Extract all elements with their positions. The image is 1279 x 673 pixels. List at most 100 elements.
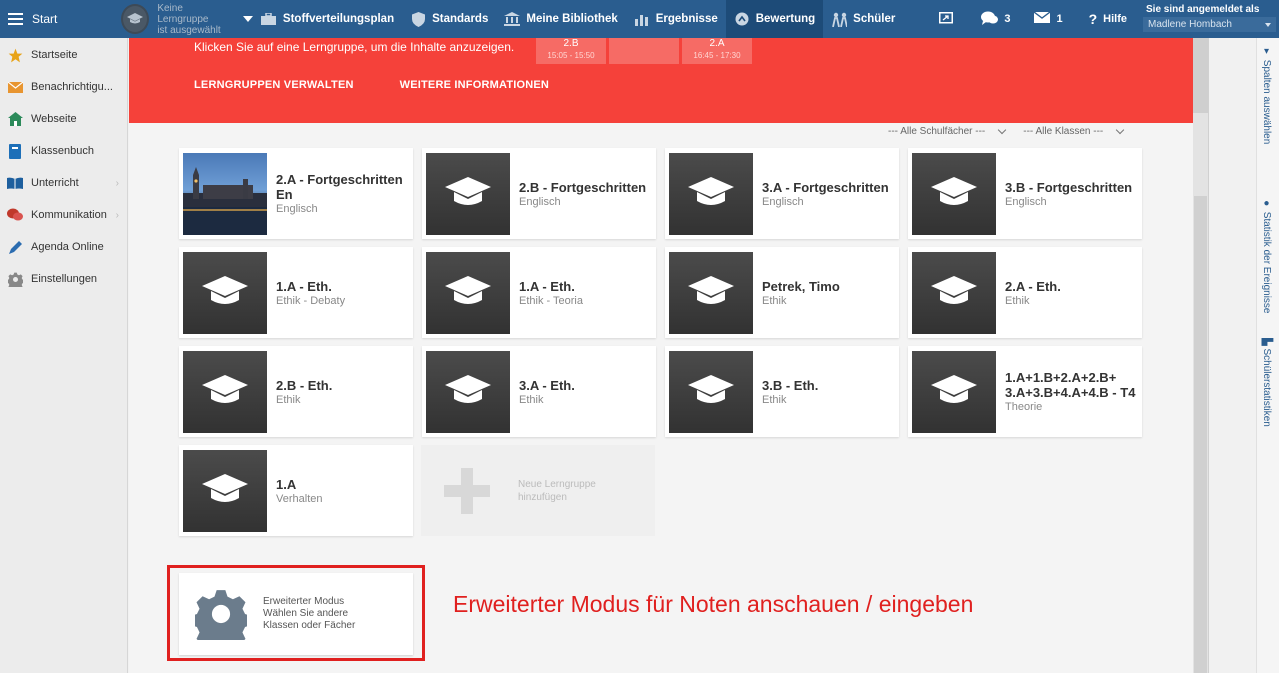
card-info: 2.B - Fortgeschritten Englisch xyxy=(510,180,652,208)
card-title: 3.B - Fortgeschritten xyxy=(1005,179,1133,195)
learning-group-card[interactable]: 2.A - Fortgeschritten En Englisch xyxy=(179,148,413,239)
card-info: 1.A - Eth. Ethik - Teoria xyxy=(510,279,589,307)
chat-button[interactable]: 3 xyxy=(963,0,1020,38)
card-subject: Englisch xyxy=(519,195,561,208)
card-title: 3.A - Eth. xyxy=(519,377,575,393)
sidebar: Startseite Benachrichtigu... Webseite Kl… xyxy=(0,38,128,673)
columns-select-link[interactable]: ▾ Spalten auswählen xyxy=(1261,46,1272,144)
subject-filter-value: --- Alle Schulfächer --- xyxy=(888,126,986,137)
sidebar-item-kommunikation[interactable]: Kommunikation › xyxy=(0,199,127,231)
new-group-card[interactable]: Neue Lerngruppe hinzufügen xyxy=(421,445,655,536)
nav-label: Bewertung xyxy=(755,13,816,25)
sidebar-item-unterricht[interactable]: Unterricht › xyxy=(0,167,127,199)
card-info: 3.B - Fortgeschritten Englisch xyxy=(996,180,1138,208)
nav-meine-bibliothek[interactable]: Meine Bibliothek xyxy=(496,0,625,38)
timeslot-1[interactable]: 2.B 15:05 - 15:50 xyxy=(536,38,606,64)
learning-group-card[interactable]: 1.A+1.B+2.A+2.B+ 3.A+3.B+4.A+4.B - T4 The… xyxy=(908,346,1142,437)
card-info: 2.A - Eth. Ethik xyxy=(996,279,1067,307)
card-title: 2.B - Eth. xyxy=(276,377,333,393)
learning-group-card[interactable]: 2.B - Eth. Ethik xyxy=(179,346,413,437)
user-name: Madlene Hombach xyxy=(1148,19,1232,30)
learning-group-card[interactable]: Petrek, Timo Ethik xyxy=(665,247,899,338)
card-subject: Ethik - Teoria xyxy=(519,294,583,307)
sidebar-item-label: Startseite xyxy=(31,49,78,61)
card-subject: Theorie xyxy=(1005,401,1043,413)
card-subject: Ethik - Debaty xyxy=(276,294,346,307)
event-statistics-link[interactable]: ● Statistik der Ereignisse xyxy=(1261,198,1272,314)
screen-share-button[interactable] xyxy=(913,0,963,38)
card-info: 2.A - Fortgeschritten En Englisch xyxy=(267,172,413,215)
sidebar-item-klassenbuch[interactable]: Klassenbuch xyxy=(0,135,127,167)
learning-group-card[interactable]: 3.A - Eth. Ethik xyxy=(422,346,656,437)
sidebar-item-agenda-online[interactable]: Agenda Online xyxy=(0,231,127,263)
subject-filter[interactable]: --- Alle Schulfächer --- xyxy=(888,125,1007,137)
nav-ergebnisse[interactable]: Ergebnisse xyxy=(626,0,726,38)
learning-group-card[interactable]: 3.B - Eth. Ethik xyxy=(665,346,899,437)
start-menu-button[interactable]: Start xyxy=(0,0,109,38)
main-content: Klicken Sie auf eine Lerngruppe, um die … xyxy=(129,38,1208,673)
graduation-cap-icon xyxy=(669,152,753,235)
more-info-link[interactable]: WEITERE INFORMATIONEN xyxy=(400,79,549,91)
timeslot-2[interactable] xyxy=(609,38,679,64)
nav-label: Schüler xyxy=(853,13,896,25)
extended-mode-card[interactable]: Erweiterter Modus Wählen Sie andere Klas… xyxy=(179,573,413,655)
new-group-line1: Neue Lerngruppe xyxy=(518,478,596,490)
graduation-cap-icon xyxy=(183,251,267,334)
learning-group-card[interactable]: 1.A Verhalten xyxy=(179,445,413,536)
nav-schueler[interactable]: Schüler xyxy=(823,0,903,38)
help-button[interactable]: ? Hilfe xyxy=(1073,0,1139,38)
learning-group-selector[interactable]: Keine Lerngruppe ist ausgewählt xyxy=(109,0,253,38)
nav-standards[interactable]: Standards xyxy=(402,0,496,38)
scrollbar-thumb[interactable] xyxy=(1194,196,1207,673)
chart-icon: ▙ xyxy=(1261,338,1272,349)
chevron-down-icon xyxy=(1116,125,1125,135)
nav-bewertung[interactable]: Bewertung xyxy=(725,0,824,38)
learning-group-card[interactable]: 1.A - Eth. Ethik - Teoria xyxy=(422,247,656,338)
learning-group-card[interactable]: 2.A - Eth. Ethik xyxy=(908,247,1142,338)
sidebar-item-startseite[interactable]: Startseite xyxy=(0,39,127,71)
student-statistics-link[interactable]: ▙ Schülerstatistiken xyxy=(1261,338,1272,427)
user-box: Sie sind angemeldet als Madlene Hombach xyxy=(1139,0,1279,38)
card-title: 2.A - Eth. xyxy=(1005,278,1061,294)
top-bar: Start Keine Lerngruppe ist ausgewählt St… xyxy=(0,0,1279,38)
sidebar-item-benachrichtigungen[interactable]: Benachrichtigu... xyxy=(0,71,127,103)
sidebar-item-label: Einstellungen xyxy=(31,273,98,285)
sidebar-item-einstellungen[interactable]: Einstellungen xyxy=(0,263,127,295)
chevron-down-icon xyxy=(998,125,1007,135)
learning-group-card[interactable]: 1.A - Eth. Ethik - Debaty xyxy=(179,247,413,338)
graduation-cap-icon xyxy=(426,152,510,235)
class-filter[interactable]: --- Alle Klassen --- xyxy=(1023,125,1125,137)
student-stats-label: Schülerstatistiken xyxy=(1261,348,1272,427)
graduation-cap-icon xyxy=(669,350,753,433)
learning-group-card[interactable]: 2.B - Fortgeschritten Englisch xyxy=(422,148,656,239)
gear-icon xyxy=(7,271,23,287)
sidebar-item-webseite[interactable]: Webseite xyxy=(0,103,127,135)
nav-label: Meine Bibliothek xyxy=(526,13,618,25)
graduation-cap-icon xyxy=(912,350,996,433)
card-subject: Ethik xyxy=(1005,294,1030,307)
learning-group-card[interactable]: 3.B - Fortgeschritten Englisch xyxy=(908,148,1142,239)
rating-icon xyxy=(734,12,750,26)
filter-icon: ▾ xyxy=(1261,46,1272,60)
graduation-cap-icon xyxy=(183,449,267,532)
mail-button[interactable]: 1 xyxy=(1020,0,1072,38)
user-select[interactable]: Madlene Hombach xyxy=(1143,17,1276,32)
manage-groups-link[interactable]: LERNGRUPPEN VERWALTEN xyxy=(194,79,354,91)
banner-links: LERNGRUPPEN VERWALTEN WEITERE INFORMATIO… xyxy=(194,79,549,91)
card-info: 2.B - Eth. Ethik xyxy=(267,378,338,406)
timeslot-3[interactable]: 2.A 16:45 - 17:30 xyxy=(682,38,752,64)
graduation-cap-icon xyxy=(183,350,267,433)
hamburger-icon xyxy=(8,13,23,25)
card-info: 3.A - Fortgeschritten Englisch xyxy=(753,180,895,208)
learning-group-card[interactable]: 3.A - Fortgeschritten Englisch xyxy=(665,148,899,239)
card-info: 1.A - Eth. Ethik - Debaty xyxy=(267,279,351,307)
start-label: Start xyxy=(32,12,58,26)
nav-stoffverteilungsplan[interactable]: Stoffverteilungsplan xyxy=(253,0,402,38)
london-photo xyxy=(183,152,267,235)
caret-down-icon xyxy=(242,16,253,22)
card-info: 1.A+1.B+2.A+2.B+ 3.A+3.B+4.A+4.B - T4 The… xyxy=(996,370,1142,413)
help-label: Hilfe xyxy=(1103,13,1127,25)
sidebar-item-label: Kommunikation xyxy=(31,209,107,221)
chevron-right-icon: › xyxy=(115,209,119,221)
card-info: Petrek, Timo Ethik xyxy=(753,279,846,307)
